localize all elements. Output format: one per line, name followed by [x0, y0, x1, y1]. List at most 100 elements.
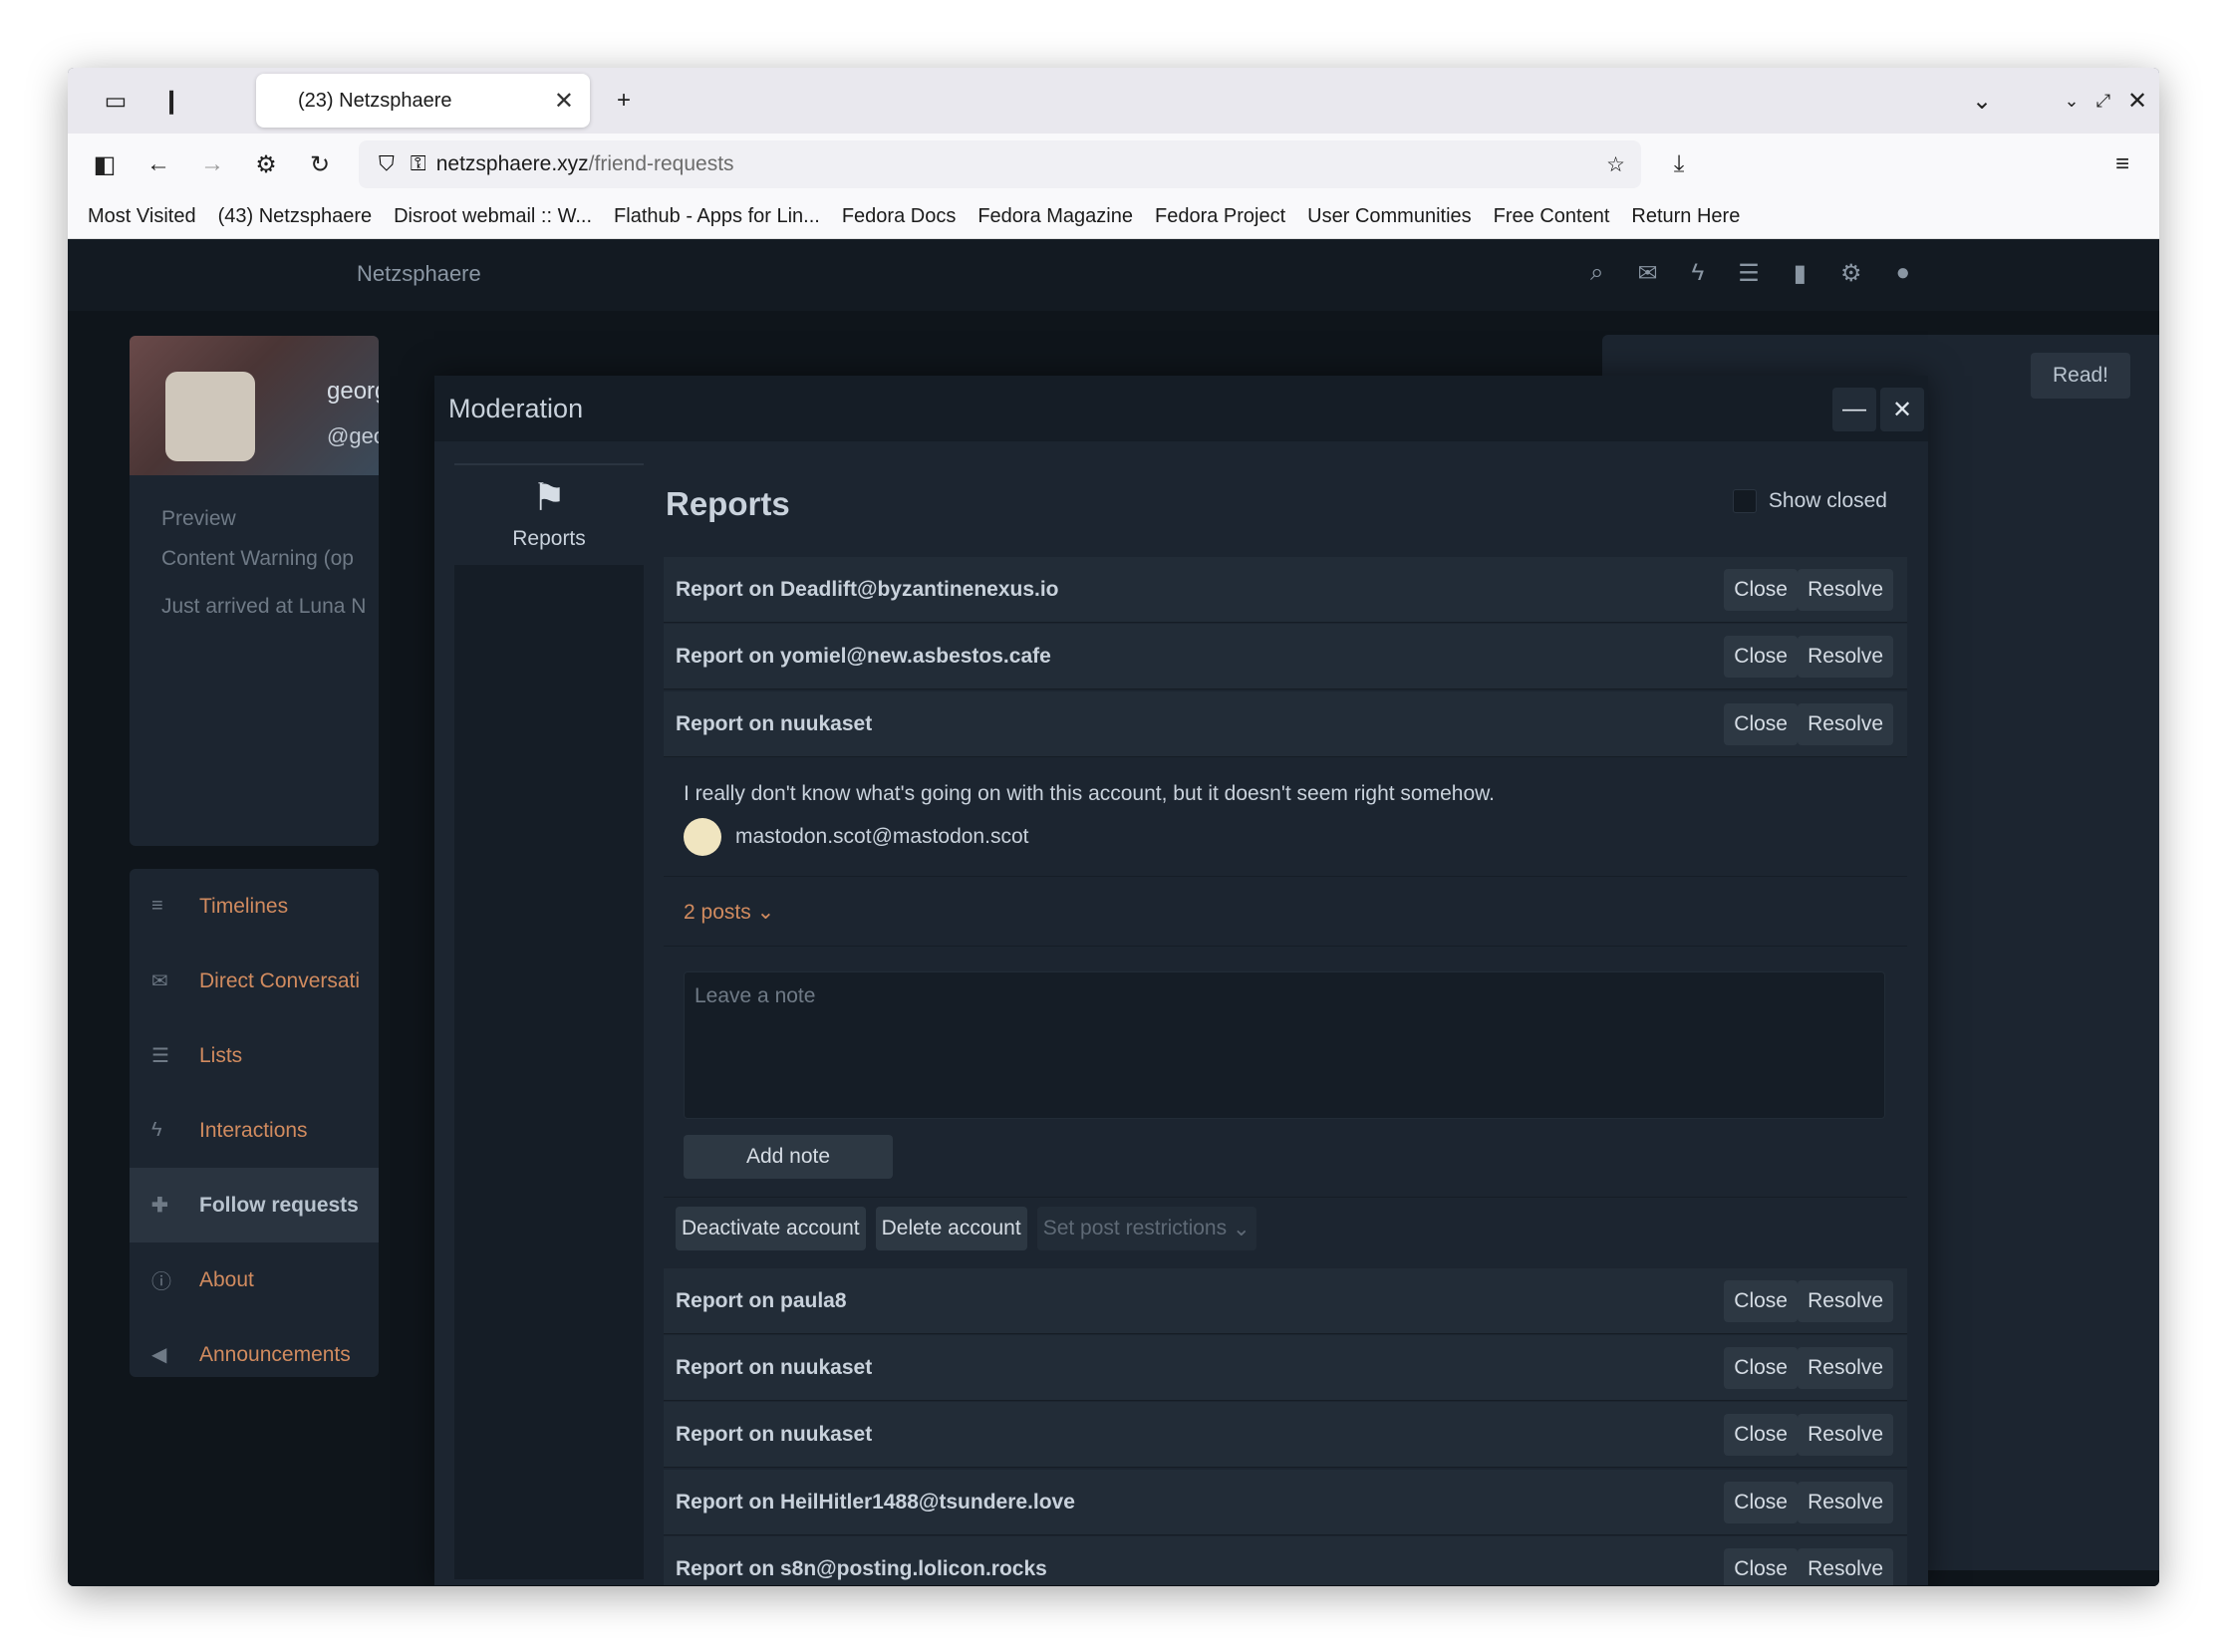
reporter-handle: mastodon.scot@mastodon.scot [735, 825, 1029, 848]
report-row[interactable]: Report on nuukaset Close Resolve [664, 1402, 1907, 1468]
user-icon[interactable]: ● [1896, 259, 1911, 288]
settings-icon[interactable]: ⚙ [1840, 259, 1862, 288]
download-icon[interactable]: ⤓ [1652, 138, 1706, 191]
composer-text[interactable]: Just arrived at Luna N [161, 595, 366, 619]
bookmark-item[interactable]: User Communities [1307, 205, 1471, 228]
close-report-button[interactable]: Close [1724, 1482, 1798, 1523]
tab-overview-icon[interactable]: ▭ [88, 73, 143, 129]
sidebar-icon[interactable]: ◧ [78, 138, 132, 191]
report-row[interactable]: Report on paula8 Close Resolve [664, 1268, 1907, 1334]
cw-input[interactable]: Content Warning (op [161, 547, 354, 571]
menu-icon[interactable]: ≡ [2095, 138, 2149, 191]
reports-pane: Reports Show closed Report on Deadlift@b… [664, 441, 1909, 1585]
nav-interactions[interactable]: ϟ Interactions [130, 1093, 379, 1168]
post-restrictions-select[interactable]: Set post restrictions ⌄ [1036, 1207, 1256, 1250]
resolve-report-button[interactable]: Resolve [1798, 703, 1893, 745]
forward-icon[interactable]: → [185, 138, 239, 191]
search-icon[interactable]: ⌕ [1590, 259, 1603, 288]
close-report-button[interactable]: Close [1724, 703, 1798, 745]
note-field[interactable]: Leave a note [684, 971, 1885, 1119]
bookmark-item[interactable]: Fedora Docs [842, 205, 957, 228]
read-button[interactable]: Read! [2031, 353, 2130, 399]
show-closed-checkbox[interactable] [1732, 489, 1757, 513]
posts-toggle[interactable]: 2 posts ⌄ [684, 900, 774, 925]
profile-name: georgia [327, 378, 379, 405]
bolt-icon[interactable]: ϟ [1692, 259, 1705, 288]
close-report-button[interactable]: Close [1724, 569, 1798, 611]
url-path: /friend-requests [588, 152, 734, 175]
divider [664, 946, 1907, 947]
report-row[interactable]: Report on nuukaset Close Resolve [664, 1335, 1907, 1401]
url-bar[interactable]: ⛉ ⚿ netzsphaere.xyz/friend-requests ☆ [359, 140, 1641, 188]
back-icon[interactable]: ← [132, 138, 185, 191]
close-report-button[interactable]: Close [1724, 1280, 1798, 1322]
bolt-icon: ϟ [151, 1119, 162, 1141]
bookmark-icon[interactable]: ▮ [1794, 259, 1807, 288]
close-modal-button[interactable]: ✕ [1880, 388, 1924, 431]
tab-list-icon[interactable]: ⌄ [1954, 73, 2010, 129]
bookmark-item[interactable]: Most Visited [88, 205, 196, 228]
site-brand[interactable]: Netzsphaere [357, 261, 481, 287]
bookmark-item[interactable]: Fedora Magazine [977, 205, 1133, 228]
reporter[interactable]: mastodon.scot@mastodon.scot [684, 818, 1028, 856]
delete-account-button[interactable]: Delete account [875, 1207, 1027, 1250]
extension-icon[interactable]: ⚙ [239, 138, 293, 191]
report-title: Report on yomiel@new.asbestos.cafe [676, 644, 1051, 668]
bookmark-item[interactable]: Return Here [1631, 205, 1740, 228]
minimize-button[interactable]: — [1832, 388, 1876, 431]
megaphone-icon: ◀ [151, 1344, 167, 1366]
close-report-button[interactable]: Close [1724, 1347, 1798, 1389]
close-tab-icon[interactable]: ✕ [554, 87, 574, 116]
menu-icon: ≡ [151, 895, 163, 917]
resolve-report-button[interactable]: Resolve [1798, 1347, 1893, 1389]
nav-label: Direct Conversati [199, 968, 361, 992]
report-row[interactable]: Report on s8n@posting.lolicon.rocks Close… [664, 1536, 1907, 1585]
add-note-button[interactable]: Add note [684, 1135, 893, 1179]
report-row[interactable]: Report on HeilHitler1488@tsundere.love Cl… [664, 1470, 1907, 1535]
nav-about[interactable]: ⓘ About [130, 1242, 379, 1317]
nav-label: About [199, 1267, 254, 1291]
nav-lists[interactable]: ☰ Lists [130, 1018, 379, 1093]
nav-timelines[interactable]: ≡ Timelines [130, 869, 379, 944]
bookmark-star-icon[interactable]: ☆ [1606, 152, 1625, 177]
tab-bar: ▭ ❙ (23) Netzsphaere ✕ + ⌄ ⌄ ⤢ ✕ [68, 68, 2159, 134]
close-report-button[interactable]: Close [1724, 636, 1798, 678]
nav-direct[interactable]: ✉ Direct Conversati [130, 944, 379, 1018]
nav-follow-requests[interactable]: ✚ Follow requests [130, 1168, 379, 1242]
resolve-report-button[interactable]: Resolve [1798, 1548, 1893, 1585]
show-closed-toggle[interactable]: Show closed [1732, 489, 1887, 513]
avatar[interactable] [165, 372, 255, 461]
active-tab[interactable]: (23) Netzsphaere ✕ [256, 74, 590, 128]
show-closed-label: Show closed [1768, 489, 1887, 512]
tab-reports[interactable]: ⚑ Reports [454, 463, 644, 565]
permissions-icon: ⚿ [410, 152, 426, 175]
window-close-icon[interactable]: ✕ [2109, 73, 2159, 129]
bookmark-item[interactable]: Disroot webmail :: W... [394, 205, 592, 228]
report-row[interactable]: Report on yomiel@new.asbestos.cafe Close R… [664, 624, 1907, 689]
reload-icon[interactable]: ↻ [293, 138, 347, 191]
mail-icon[interactable]: ✉ [1637, 259, 1657, 288]
new-tab-icon[interactable]: + [596, 73, 652, 129]
close-report-button[interactable]: Close [1724, 1548, 1798, 1585]
modal-title: Moderation [448, 393, 584, 423]
nav-announcements[interactable]: ◀ Announcements [130, 1317, 379, 1392]
report-row[interactable]: Report on Deadlift@byzantinenexus.io Clos… [664, 557, 1907, 623]
list-icon[interactable]: ☰ [1738, 259, 1760, 288]
bookmark-item[interactable]: Fedora Project [1155, 205, 1285, 228]
resolve-report-button[interactable]: Resolve [1798, 569, 1893, 611]
nav-label: Announcements [199, 1342, 351, 1366]
preview-toggle[interactable]: Preview [161, 507, 236, 531]
resolve-report-button[interactable]: Resolve [1798, 1414, 1893, 1456]
bookmark-item[interactable]: (43) Netzsphaere [218, 205, 373, 228]
deactivate-account-button[interactable]: Deactivate account [676, 1207, 866, 1250]
profile-handle: @georgia [327, 423, 379, 448]
bookmark-item[interactable]: Free Content [1494, 205, 1610, 228]
report-row-expanded[interactable]: Report on nuukaset Close Resolve [664, 691, 1907, 757]
close-report-button[interactable]: Close [1724, 1414, 1798, 1456]
resolve-report-button[interactable]: Resolve [1798, 1482, 1893, 1523]
pinned-tab-icon[interactable]: ❙ [143, 73, 199, 129]
bookmark-item[interactable]: Flathub - Apps for Lin... [614, 205, 820, 228]
resolve-report-button[interactable]: Resolve [1798, 1280, 1893, 1322]
divider [664, 876, 1907, 877]
resolve-report-button[interactable]: Resolve [1798, 636, 1893, 678]
